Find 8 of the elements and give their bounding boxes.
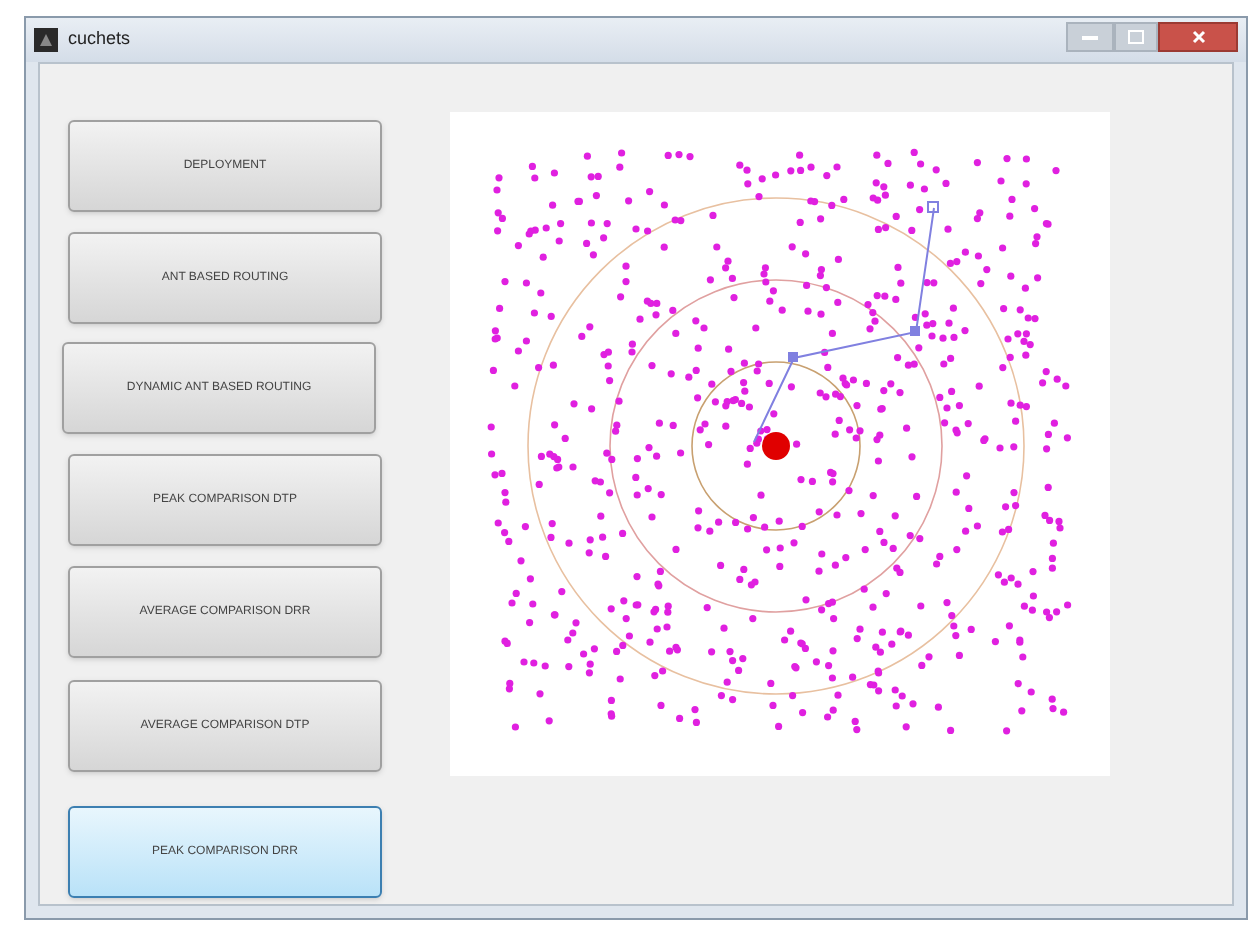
minimize-icon (1082, 33, 1098, 39)
close-icon (1191, 29, 1205, 43)
maximize-icon (1128, 29, 1144, 43)
minimize-button[interactable] (1066, 21, 1114, 51)
maximize-button[interactable] (1114, 21, 1158, 51)
window-title: cuchets (68, 26, 131, 53)
app-icon (34, 28, 58, 52)
close-button[interactable] (1158, 21, 1238, 51)
